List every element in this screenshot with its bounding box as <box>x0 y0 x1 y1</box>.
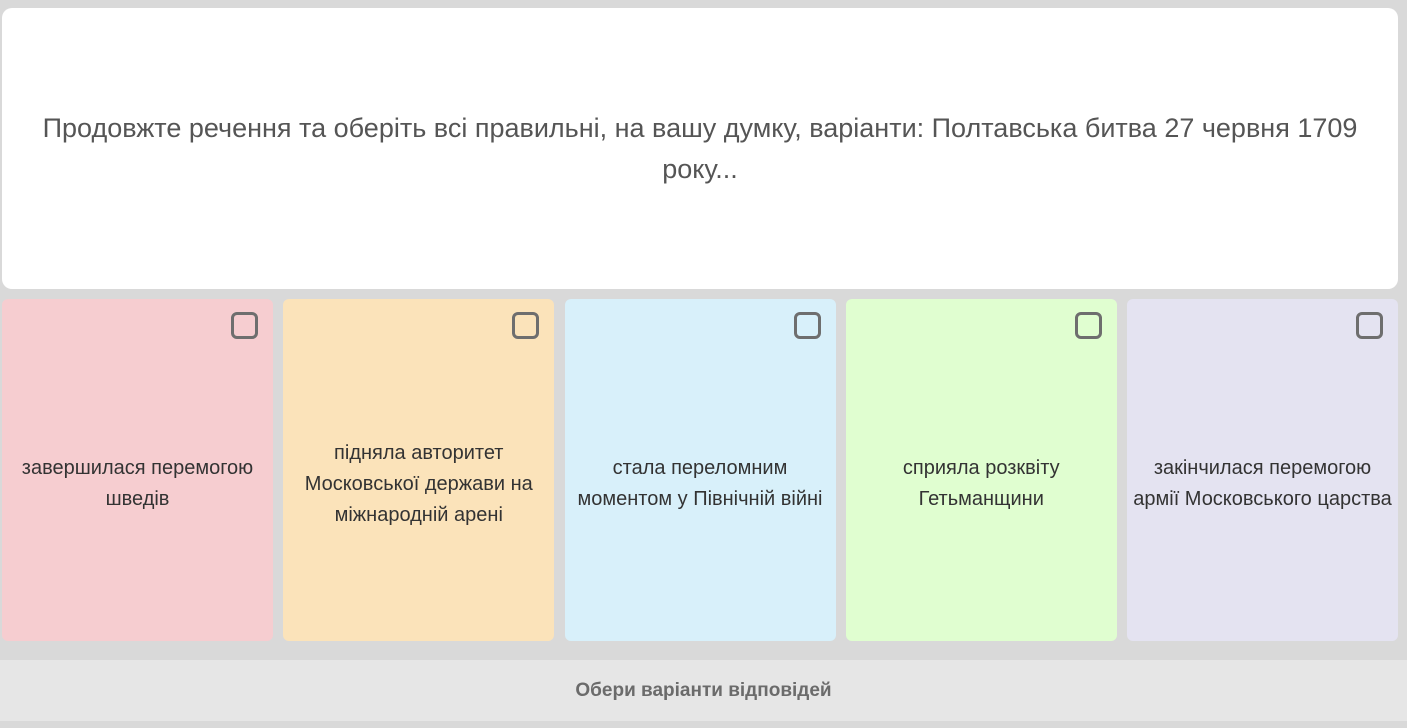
checkbox-icon[interactable] <box>231 312 258 339</box>
option-card-2[interactable]: підняла авторитет Московської держави на… <box>283 299 555 641</box>
option-label: стала переломним моментом у Північній ві… <box>577 457 823 510</box>
question-card: Продовжте речення та оберіть всі правиль… <box>2 8 1398 289</box>
checkbox-icon[interactable] <box>1356 312 1383 339</box>
option-label: закінчилася перемогою армії Московського… <box>1133 457 1392 510</box>
option-label: підняла авторитет Московської держави на… <box>304 441 533 526</box>
submit-label: Обери варіанти відповідей <box>575 679 832 701</box>
option-label: завершилася перемогою шведів <box>21 457 254 510</box>
checkbox-icon[interactable] <box>512 312 540 339</box>
option-label: сприяла розквіту Гетьманщини <box>902 457 1060 510</box>
checkbox-icon[interactable] <box>793 312 821 339</box>
option-card-1[interactable]: завершилася перемогою шведів <box>2 299 273 641</box>
submit-button[interactable]: Обери варіанти відповідей <box>0 660 1407 721</box>
answer-options: завершилася перемогою шведів підняла авт… <box>2 299 1398 641</box>
option-card-3[interactable]: стала переломним моментом у Північній ві… <box>564 299 836 641</box>
option-card-5[interactable]: закінчилася перемогою армії Московського… <box>1127 299 1398 641</box>
checkbox-icon[interactable] <box>1074 312 1102 339</box>
option-card-4[interactable]: сприяла розквіту Гетьманщини <box>845 299 1117 641</box>
question-text: Продовжте речення та оберіть всі правиль… <box>42 112 1358 184</box>
